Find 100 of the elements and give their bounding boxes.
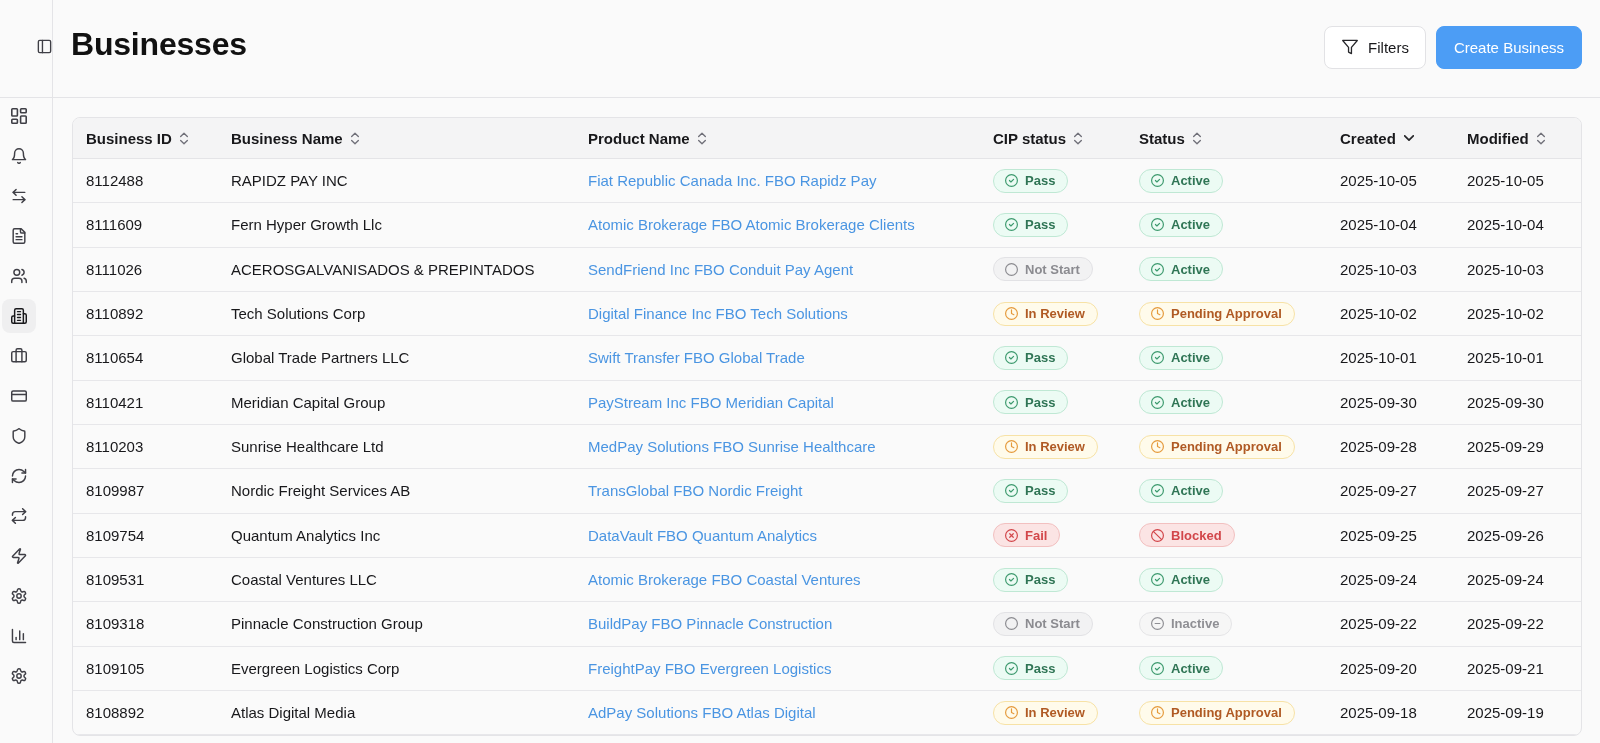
status-label: Active <box>1171 572 1211 588</box>
column-header[interactable]: Business Name <box>231 129 359 147</box>
business-id: 8110421 <box>86 393 144 411</box>
product-link[interactable]: SendFriend Inc FBO Conduit Pay Agent <box>588 260 854 278</box>
business-id: 8109318 <box>86 615 145 633</box>
business-name: Atlas Digital Media <box>231 704 356 722</box>
repeat-icon <box>11 508 27 524</box>
bar-chart-icon <box>11 628 27 644</box>
created-date: 2025-10-04 <box>1340 216 1417 234</box>
credit-card-icon <box>11 388 27 404</box>
status-label: Inactive <box>1171 616 1220 632</box>
check-circle-icon <box>1005 573 1018 587</box>
business-name: Evergreen Logistics Corp <box>231 659 400 677</box>
status-label: Active <box>1171 394 1211 410</box>
check-circle-icon <box>1151 573 1164 587</box>
business-name: Fern Hyper Growth Llc <box>231 216 382 234</box>
created-date: 2025-10-02 <box>1340 305 1417 323</box>
product-link[interactable]: Atomic Brokerage FBO Coastal Ventures <box>588 571 861 589</box>
product-link[interactable]: DataVault FBO Quantum Analytics <box>588 526 817 544</box>
check-circle-icon <box>1005 174 1018 188</box>
created-date: 2025-10-01 <box>1340 349 1417 367</box>
modified-date: 2025-09-21 <box>1467 659 1544 677</box>
check-circle-icon <box>1151 661 1164 675</box>
check-circle-icon <box>1005 661 1018 675</box>
modified-date: 2025-10-01 <box>1467 349 1544 367</box>
status-label: Pass <box>1025 350 1056 366</box>
check-circle-icon <box>1151 484 1164 498</box>
business-id: 8109987 <box>86 482 145 500</box>
column-header[interactable]: Created <box>1340 129 1414 147</box>
status-label: Pass <box>1025 217 1056 233</box>
business-name: Tech Solutions Corp <box>231 305 366 323</box>
check-circle-icon <box>1005 395 1018 409</box>
status-label: Active <box>1171 217 1211 233</box>
status-label: Pass <box>1025 483 1056 499</box>
clock-icon <box>1151 706 1164 720</box>
check-circle-icon <box>1151 218 1164 232</box>
check-circle-icon <box>1005 351 1018 365</box>
business-id: 8110892 <box>86 305 144 323</box>
bell-icon <box>11 148 27 164</box>
product-link[interactable]: Fiat Republic Canada Inc. FBO Rapidz Pay <box>588 172 877 190</box>
created-date: 2025-09-25 <box>1340 526 1417 544</box>
status-label: Active <box>1171 483 1211 499</box>
product-link[interactable]: Atomic Brokerage FBO Atomic Brokerage Clients <box>588 216 915 234</box>
status-label: Active <box>1171 350 1211 366</box>
product-link[interactable]: AdPay Solutions FBO Atlas Digital <box>588 704 816 722</box>
product-link[interactable]: Swift Transfer FBO Global Trade <box>588 349 805 367</box>
modified-date: 2025-10-03 <box>1467 260 1544 278</box>
business-id: 8108892 <box>86 704 145 722</box>
building-icon <box>11 308 27 324</box>
column-header[interactable]: Status <box>1139 129 1201 147</box>
status-label: Pass <box>1025 660 1056 676</box>
filters-button[interactable]: Filters <box>1324 25 1426 69</box>
check-circle-icon <box>1151 174 1164 188</box>
business-id: 8111026 <box>86 260 143 278</box>
created-date: 2025-09-28 <box>1340 438 1417 456</box>
modified-date: 2025-09-27 <box>1467 482 1544 500</box>
modified-date: 2025-09-24 <box>1467 571 1544 589</box>
business-id: 8112488 <box>86 172 144 190</box>
status-label: Active <box>1171 261 1211 277</box>
product-link[interactable]: TransGlobal FBO Nordic Freight <box>588 482 803 500</box>
status-label: In Review <box>1025 306 1085 322</box>
settings-icon <box>11 668 27 684</box>
product-link[interactable]: PayStream Inc FBO Meridian Capital <box>588 393 834 411</box>
product-link[interactable]: MedPay Solutions FBO Sunrise Healthcare <box>588 438 876 456</box>
status-label: Pass <box>1025 173 1056 189</box>
column-header[interactable]: Product Name <box>588 129 706 147</box>
circle-icon <box>1005 262 1018 276</box>
status-label: Pending Approval <box>1171 306 1282 322</box>
created-date: 2025-09-20 <box>1340 659 1417 677</box>
status-label: Blocked <box>1171 527 1222 543</box>
status-label: In Review <box>1025 439 1085 455</box>
product-link[interactable]: Digital Finance Inc FBO Tech Solutions <box>588 305 848 323</box>
business-name: ACEROSGALVANISADOS & PREPINTADOS <box>231 260 535 278</box>
column-header[interactable]: Business ID <box>86 129 188 147</box>
status-label: Pending Approval <box>1171 705 1282 721</box>
created-date: 2025-09-24 <box>1340 571 1417 589</box>
business-name: Nordic Freight Services AB <box>231 482 411 500</box>
status-label: Pass <box>1025 572 1056 588</box>
business-id: 8109754 <box>86 526 145 544</box>
nav-item[interactable] <box>2 299 36 333</box>
page-title: Businesses <box>71 25 247 63</box>
business-id: 8109105 <box>86 659 145 677</box>
left-right-arrows-icon <box>11 188 27 204</box>
sidebar-toggle-button[interactable] <box>37 39 52 54</box>
column-header[interactable]: Modified <box>1467 129 1545 147</box>
circle-icon <box>1005 617 1018 631</box>
business-id: 8110654 <box>86 349 144 367</box>
create-business-button[interactable]: Create Business <box>1435 25 1582 69</box>
product-link[interactable]: BuildPay FBO Pinnacle Construction <box>588 615 833 633</box>
column-header[interactable]: CIP status <box>993 129 1083 147</box>
panel-icon <box>37 39 52 54</box>
clock-icon <box>1151 440 1164 454</box>
filter-icon <box>1342 39 1359 55</box>
lightning-icon <box>11 548 27 564</box>
document-icon <box>11 228 27 244</box>
business-id: 8110203 <box>86 438 144 456</box>
clock-icon <box>1005 706 1018 720</box>
product-link[interactable]: FreightPay FBO Evergreen Logistics <box>588 659 832 677</box>
check-circle-icon <box>1005 484 1018 498</box>
settings-icon <box>11 588 27 604</box>
